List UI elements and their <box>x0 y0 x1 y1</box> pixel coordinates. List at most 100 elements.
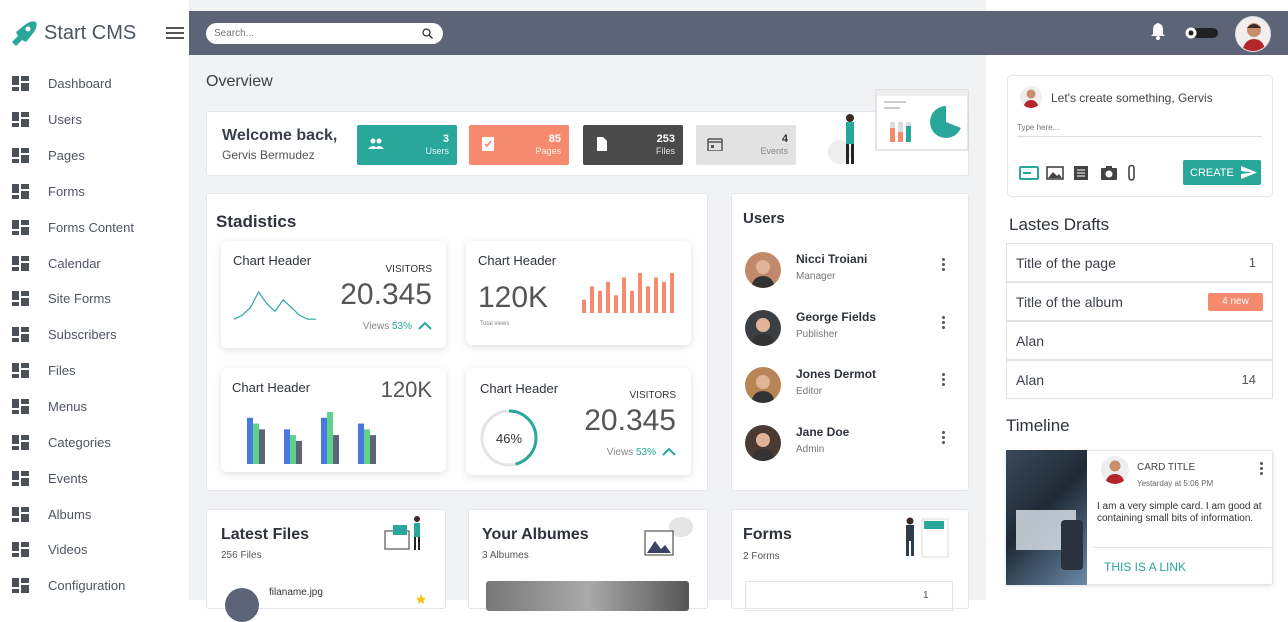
sidebar-item-calendar[interactable]: Calendar <box>0 245 189 281</box>
sidebar-item-site-forms[interactable]: Site Forms <box>0 281 189 317</box>
files-count: 256 Files <box>221 550 262 561</box>
bar <box>321 417 327 464</box>
user-row[interactable]: Nicci Troiani Manager <box>745 250 955 290</box>
notification-bell-icon[interactable] <box>1150 22 1166 40</box>
theme-toggle[interactable] <box>1182 26 1218 40</box>
files-illustration <box>384 516 420 550</box>
sidebar-item-label: Dashboard <box>48 76 112 92</box>
user-name: George Fields <box>796 309 877 324</box>
sidebar-item-events[interactable]: Events <box>0 460 189 496</box>
sidebar-item-label: Videos <box>48 542 88 558</box>
user-row[interactable]: Jones Dermot Editor <box>745 365 955 405</box>
bar <box>654 277 658 313</box>
attachment-icon[interactable] <box>1125 164 1139 182</box>
views-label: Views <box>606 447 634 458</box>
sidebar-item-users[interactable]: Users <box>0 102 189 138</box>
search-input[interactable] <box>206 23 406 44</box>
gallery-icon[interactable] <box>1046 166 1064 180</box>
more-options-icon[interactable] <box>940 430 946 447</box>
bar <box>370 435 376 464</box>
dashboard-grid-icon <box>12 542 29 558</box>
create-text-input[interactable] <box>1017 119 1262 137</box>
stat-files[interactable]: 253 Files <box>583 125 683 165</box>
more-options-icon[interactable] <box>940 373 946 389</box>
bar <box>364 429 370 464</box>
camera-icon[interactable] <box>1100 165 1118 181</box>
bar <box>582 299 586 313</box>
dashboard-grid-icon <box>12 434 29 450</box>
sidebar-item-categories[interactable]: Categories <box>0 424 189 460</box>
star-icon[interactable] <box>416 594 426 604</box>
chevron-up-icon <box>662 447 676 456</box>
bar <box>358 423 364 464</box>
sidebar-item-files[interactable]: Files <box>0 353 189 389</box>
sidebar-item-albums[interactable]: Albums <box>0 496 189 532</box>
sidebar-item-label: Subscribers <box>48 327 117 343</box>
sidebar-item-forms[interactable]: Forms <box>0 174 189 210</box>
bar <box>630 290 634 313</box>
sidebar-item-label: Forms Content <box>48 219 134 235</box>
album-cover-image[interactable] <box>486 581 689 611</box>
grouped-bar-chart <box>247 412 376 464</box>
dashboard-grid-icon <box>12 363 29 379</box>
draft-row[interactable]: Title of the album 4 new <box>1006 282 1273 321</box>
bar <box>296 440 302 464</box>
bar <box>247 417 253 464</box>
file-name[interactable]: filaname.jpg <box>269 587 323 598</box>
sidebar-item-dashboard[interactable]: Dashboard <box>0 66 189 102</box>
sidebar-item-label: Site Forms <box>48 291 111 307</box>
card-icon[interactable] <box>1019 166 1039 180</box>
draft-row[interactable]: Alan <box>1006 321 1273 360</box>
drafts-title: Lastes Drafts <box>1009 215 1110 234</box>
search-box[interactable] <box>206 23 443 44</box>
stat-events[interactable]: 4 Events <box>696 125 796 165</box>
views-percent: 53% <box>635 447 656 458</box>
search-icon[interactable] <box>422 28 433 39</box>
dashboard-grid-icon <box>12 76 29 92</box>
timeline-image <box>1006 450 1087 585</box>
timeline-link[interactable]: THIS IS A LINK <box>1104 560 1186 574</box>
user-role: Manager <box>796 271 836 282</box>
bar <box>290 435 296 464</box>
bar <box>590 286 594 313</box>
line-chart <box>234 290 316 320</box>
sidebar-item-pages[interactable]: Pages <box>0 138 189 174</box>
more-options-icon[interactable] <box>940 258 946 274</box>
page-title: Overview <box>206 73 273 90</box>
app-name: Start CMS <box>44 21 137 44</box>
views-label: Views <box>362 321 390 332</box>
visitors-value: 20.345 <box>340 278 432 311</box>
user-avatar <box>745 367 781 403</box>
dashboard-grid-icon <box>12 470 29 486</box>
user-avatar <box>745 424 781 461</box>
sidebar-item-forms-content[interactable]: Forms Content <box>0 209 189 245</box>
more-options-icon[interactable] <box>940 315 946 332</box>
sidebar-item-videos[interactable]: Videos <box>0 532 189 568</box>
chart-header: Chart Header <box>480 381 559 396</box>
stat-users[interactable]: 3 Users <box>357 125 457 165</box>
sidebar-item-menus[interactable]: Menus <box>0 389 189 425</box>
bar <box>327 412 333 464</box>
user-avatar[interactable] <box>1235 16 1271 52</box>
forms-illustration <box>906 517 949 558</box>
dashboard-grid-icon <box>12 399 29 415</box>
sidebar-item-configuration[interactable]: Configuration <box>0 568 189 604</box>
timeline-more-icon[interactable] <box>1258 462 1264 478</box>
draft-count: 1 <box>1248 255 1256 270</box>
user-row[interactable]: Jane Doe Admin <box>745 423 955 463</box>
document-icon[interactable] <box>1073 165 1089 181</box>
stat-pages[interactable]: 85 Pages <box>469 125 569 165</box>
line-series <box>234 290 316 320</box>
create-button-label: CREATE <box>1190 167 1234 179</box>
draft-row[interactable]: Title of the page 1 <box>1006 243 1273 282</box>
draft-row[interactable]: Alan 14 <box>1006 360 1273 399</box>
bar <box>253 423 259 464</box>
user-row[interactable]: George Fields Publisher <box>745 308 955 348</box>
create-button[interactable]: CREATE <box>1183 160 1261 185</box>
menu-toggle-icon[interactable] <box>166 27 185 39</box>
dashboard-grid-icon <box>12 255 29 271</box>
form-list-row[interactable] <box>745 581 953 611</box>
bar <box>333 435 339 464</box>
sidebar-item-subscribers[interactable]: Subscribers <box>0 317 189 353</box>
create-prompt: Let's create something, Gervis <box>1051 91 1213 105</box>
